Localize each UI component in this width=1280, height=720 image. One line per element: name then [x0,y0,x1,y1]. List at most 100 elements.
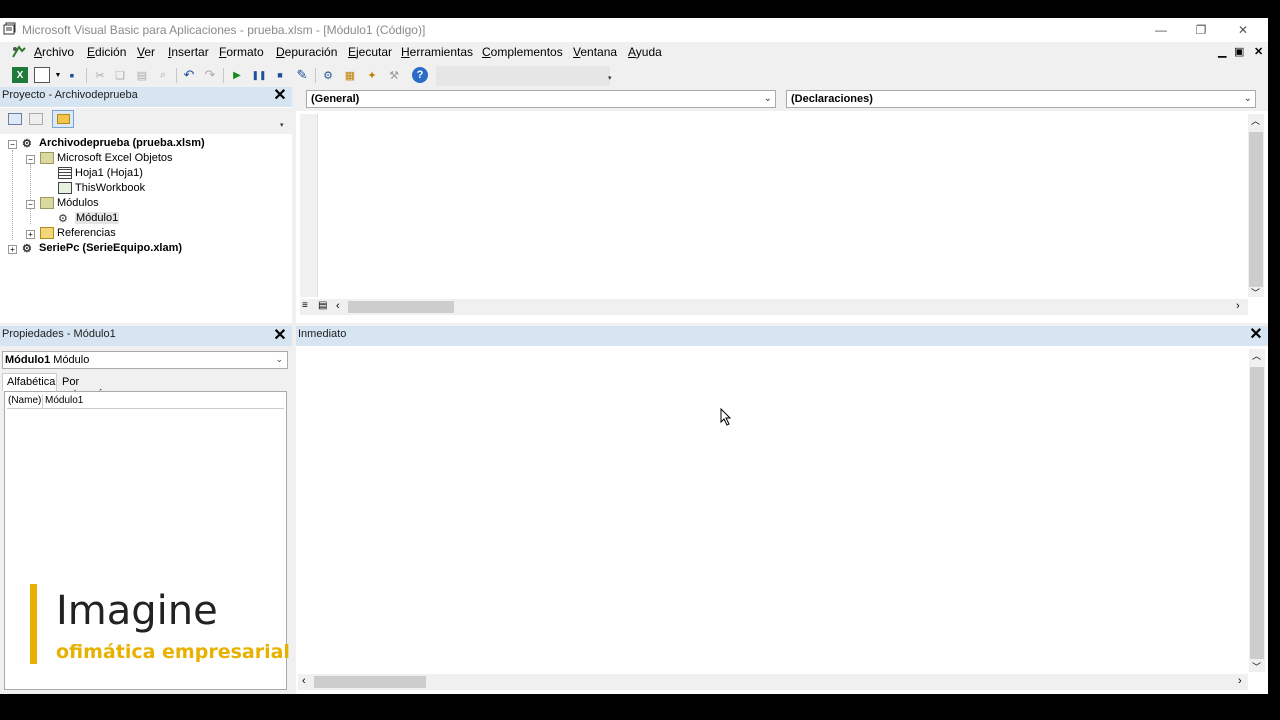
scroll-thumb[interactable] [314,676,426,688]
immediate-close-icon[interactable]: ✕ [1248,327,1264,344]
help-icon[interactable]: ? [412,67,428,83]
save-icon[interactable]: ▪ [64,67,80,83]
expander-collapse-icon[interactable]: − [8,140,17,149]
property-row[interactable]: (Name) Módulo1 [7,395,284,409]
scroll-thumb[interactable] [348,301,454,313]
brand-name: Imagine [56,588,218,634]
undo-icon[interactable]: ↶ [181,67,197,83]
code-margin[interactable] [300,114,318,297]
cut-icon[interactable]: ✂ [92,67,108,83]
project-explorer-close-icon[interactable]: ✕ [272,88,288,105]
object-type: Módulo [53,354,90,366]
folder-icon [40,227,54,239]
menu-edicion[interactable]: Edición [87,45,126,59]
paste-icon[interactable]: ▤ [134,67,150,83]
menu-ejecutar[interactable]: Ejecutar [348,45,392,59]
excel-view-icon[interactable]: X [12,67,28,83]
toolbar-overflow-icon[interactable]: ▾ [280,112,289,130]
mdi-restore-button[interactable]: ▣ [1234,45,1244,58]
tree-item-hoja1[interactable]: Hoja1 (Hoja1) [58,167,143,179]
toolbar-overflow-icon[interactable]: ▾ [608,66,618,86]
tree-item-modulos[interactable]: Módulos [40,197,99,209]
find-icon[interactable]: ⌕ [155,67,171,83]
scroll-right-icon[interactable]: › [1236,300,1240,312]
expander-collapse-icon[interactable]: − [26,155,35,164]
vba-menu-icon[interactable] [10,43,28,61]
immediate-vertical-scrollbar[interactable]: ︿ ﹀ [1249,349,1265,672]
procedure-view-icon[interactable]: ≡ [302,300,308,311]
expander-expand-icon[interactable]: + [26,230,35,239]
sheet-icon [58,167,72,179]
scroll-up-icon[interactable]: ︿ [1252,349,1261,362]
object-select[interactable]: Módulo1 Módulo ⌄ [2,351,288,369]
tree-item-referencias[interactable]: Referencias [40,227,116,239]
view-object-icon[interactable] [29,113,43,125]
redo-icon[interactable]: ↷ [202,67,218,83]
menu-insertar[interactable]: Insertar [168,45,209,59]
window-title: Microsoft Visual Basic para Aplicaciones… [22,23,426,37]
scroll-left-icon[interactable]: ‹ [336,300,340,312]
tab-alfabetica[interactable]: Alfabética [2,373,57,391]
expander-collapse-icon[interactable]: − [26,200,35,209]
properties-window: Propiedades - Módulo1 ✕ Módulo1 Módulo ⌄… [0,326,292,694]
toolbox-icon[interactable]: ⚒ [386,67,402,83]
procedure-combo[interactable]: (Declaraciones) ⌄ [786,90,1256,108]
scroll-up-icon[interactable]: ︿ [1251,114,1260,127]
scroll-thumb[interactable] [1249,132,1263,287]
menu-ayuda[interactable]: Ayuda [628,45,662,59]
close-button[interactable]: ✕ [1222,18,1264,42]
tree-item-excel-objects[interactable]: Microsoft Excel Objetos [40,152,173,164]
menu-archivo[interactable]: Archivo [34,45,74,59]
menu-ver[interactable]: Ver [137,45,155,59]
menu-herramientas[interactable]: Herramientas [401,45,473,59]
property-value[interactable]: Módulo1 [42,395,83,409]
mdi-close-button[interactable]: ✕ [1254,45,1263,58]
scroll-left-icon[interactable]: ‹ [302,675,306,687]
menu-formato[interactable]: Formato [219,45,264,59]
chevron-down-icon: ⌄ [275,354,283,364]
stop-icon[interactable]: ■ [272,67,288,83]
menu-ventana[interactable]: Ventana [573,45,617,59]
view-code-icon[interactable] [8,113,22,125]
code-editor[interactable] [319,114,1248,297]
immediate-editor[interactable] [298,349,1248,672]
object-browser-icon[interactable]: ✦ [364,67,380,83]
toolbar-separator [315,68,316,83]
tree-item-modulo1[interactable]: ⚙ Módulo1 [58,212,120,225]
tree-item-archivodeprueba[interactable]: ⚙ Archivodeprueba (prueba.xlsm) [22,137,205,150]
tree-item-seriepc[interactable]: ⚙ SeriePc (SerieEquipo.xlam) [22,242,182,255]
menu-depuracion[interactable]: Depuración [276,45,337,59]
toggle-folders-button[interactable] [52,110,74,128]
full-module-view-icon[interactable]: ▤ [318,300,327,311]
minimize-button[interactable]: — [1140,18,1182,42]
copy-icon[interactable]: ❏ [112,67,128,83]
expander-expand-icon[interactable]: + [8,245,17,254]
vba-editor-window: Microsoft Visual Basic para Aplicaciones… [0,18,1268,694]
properties-title: Propiedades - Módulo1 [0,326,292,346]
tree-item-label: Módulos [57,197,99,209]
tree-item-thisworkbook[interactable]: ThisWorkbook [58,182,145,194]
toolbar-separator [86,68,87,83]
immediate-horizontal-scrollbar[interactable]: ‹ › [298,674,1248,690]
object-combo[interactable]: (General) ⌄ [306,90,776,108]
code-vertical-scrollbar[interactable]: ︿ ﹀ [1248,114,1264,299]
scroll-thumb[interactable] [1250,367,1264,659]
mouse-cursor-icon [720,408,732,426]
scroll-right-icon[interactable]: › [1238,675,1242,687]
brand-tagline: ofimática empresarial [56,641,290,663]
tab-por-categorias[interactable]: Por categorías [58,374,134,400]
code-horizontal-scrollbar[interactable]: ≡ ▤ ‹ › [300,299,1248,315]
property-name: (Name) [8,395,42,406]
properties-close-icon[interactable]: ✕ [272,328,288,345]
design-mode-icon[interactable]: ✎ [294,67,310,83]
insert-module-icon[interactable] [34,67,50,83]
run-icon[interactable]: ▶ [229,67,245,83]
pause-icon[interactable]: ❚❚ [251,67,267,83]
menu-complementos[interactable]: Complementos [482,45,563,59]
project-explorer-icon[interactable]: ⚙ [320,67,336,83]
properties-window-icon[interactable]: ▦ [342,67,358,83]
scroll-down-icon[interactable]: ﹀ [1251,286,1260,299]
scroll-down-icon[interactable]: ﹀ [1252,660,1261,673]
mdi-minimize-button[interactable]: ▁ [1218,45,1226,58]
restore-button[interactable]: ❐ [1180,18,1222,42]
